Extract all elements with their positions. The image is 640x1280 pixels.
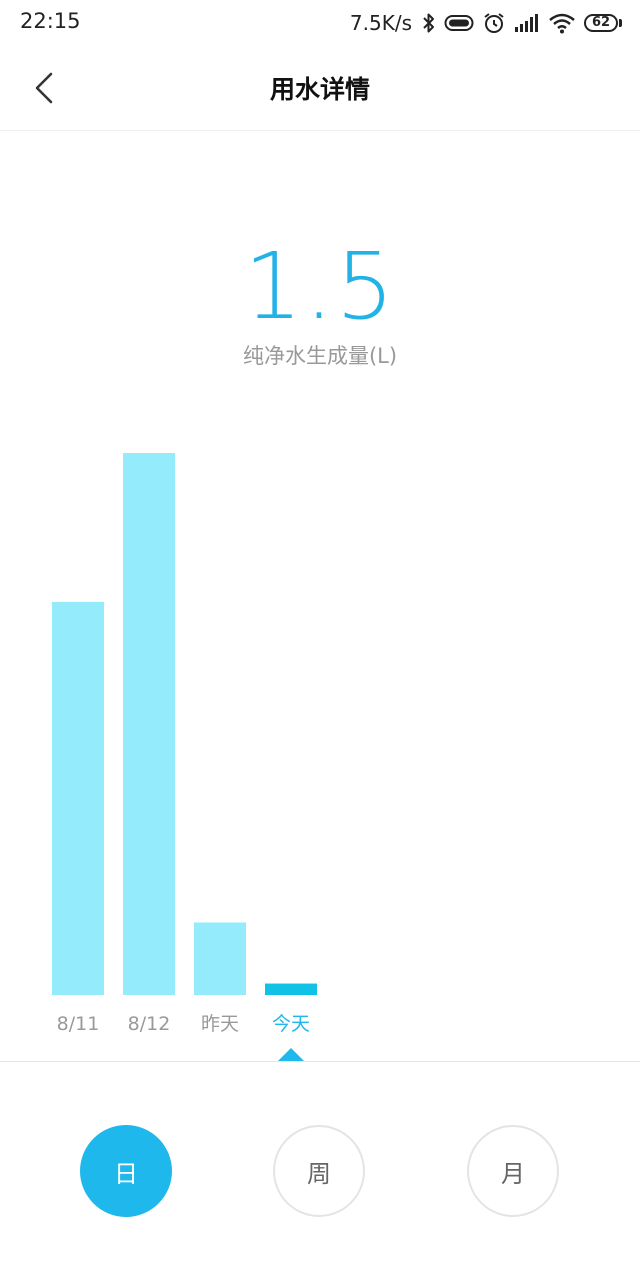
bluetooth-icon <box>422 12 436 34</box>
summary-label: 纯净水生成量(L) <box>242 344 398 368</box>
selected-bar-pointer <box>278 1048 304 1061</box>
chart-bar[interactable] <box>123 453 175 995</box>
alarm-icon <box>482 11 506 35</box>
water-usage-page: 22:15 7.5K/s 62 用水详情 1.5 纯净水生成量(L) 8/11 … <box>0 0 640 1280</box>
network-speed: 7.5K/s <box>349 11 412 35</box>
period-week-button[interactable]: 周 <box>273 1125 365 1217</box>
bottom-divider <box>0 1061 640 1062</box>
battery-tip <box>619 19 622 27</box>
usage-bar-chart: 8/11 8/12 昨天 今天 <box>0 430 640 1070</box>
status-time: 22:15 <box>20 9 81 33</box>
chart-category-label: 8/12 <box>128 1013 171 1035</box>
chart-category-label: 8/11 <box>57 1013 100 1035</box>
wifi-icon <box>548 12 576 34</box>
chart-bar[interactable] <box>52 601 104 995</box>
chart-bar[interactable] <box>265 983 317 995</box>
period-month-button[interactable]: 月 <box>467 1125 559 1217</box>
title-bar: 用水详情 <box>0 46 640 131</box>
battery-indicator: 62 <box>584 14 622 32</box>
page-title: 用水详情 <box>269 75 370 104</box>
chart-canvas: 8/11 8/12 昨天 今天 <box>52 453 317 1061</box>
chart-bar[interactable] <box>194 922 246 995</box>
battery-level: 62 <box>584 14 618 32</box>
signal-icon <box>514 13 540 33</box>
summary-value: 1.5 <box>243 233 397 340</box>
status-indicators: 7.5K/s 62 <box>350 8 622 38</box>
status-bar: 22:15 7.5K/s 62 <box>0 0 640 46</box>
vr-icon <box>444 13 474 33</box>
chart-category-label: 今天 <box>272 1013 310 1035</box>
chart-category-label: 昨天 <box>201 1013 239 1035</box>
period-day-button[interactable]: 日 <box>80 1125 172 1217</box>
